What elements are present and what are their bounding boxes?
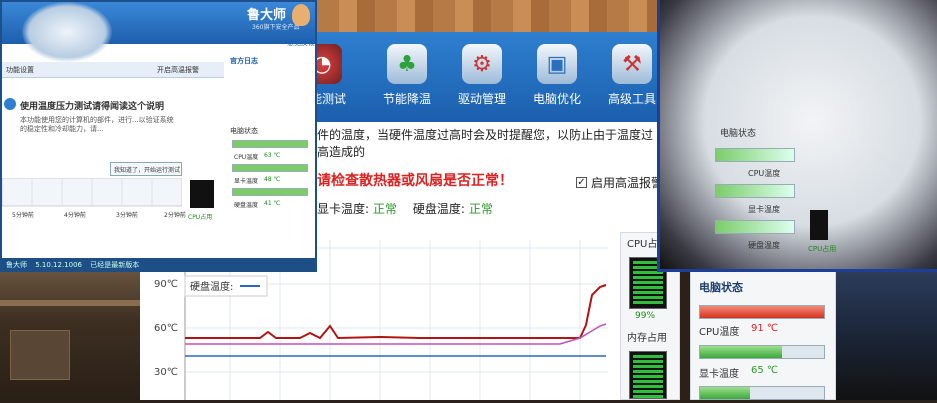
info-text: 件的温度，当硬件温度过高时会及时提醒您，以防止由于温度过高造成的 bbox=[317, 122, 657, 159]
mem-usage-label: 内存占用 bbox=[627, 333, 667, 344]
side-val-2: 48 ℃ bbox=[264, 176, 281, 183]
side-title: 电脑状态 bbox=[230, 127, 258, 135]
app-logo-sub: 360旗下安全产品 bbox=[252, 24, 300, 31]
checkbox-checked-icon: ✓ bbox=[576, 177, 587, 188]
meter-segment bbox=[633, 375, 663, 378]
app-logo: 鲁大师 bbox=[247, 8, 287, 23]
meter-segment bbox=[633, 385, 663, 388]
clover-icon: ♣ bbox=[387, 44, 427, 84]
status-title: 电脑状态 bbox=[699, 281, 743, 294]
meter-segment bbox=[633, 395, 663, 398]
meter-segment bbox=[633, 291, 663, 294]
info-icon bbox=[4, 98, 16, 110]
overlay-window-right: 电脑状态 CPU温度 显卡温度 硬盘温度 CPU占用 bbox=[657, 0, 937, 272]
x-tick-4min: 4分钟前 bbox=[64, 212, 86, 219]
gpu-temp-line bbox=[185, 323, 607, 345]
cpu-temp-value: 91 ℃ bbox=[751, 323, 779, 334]
background-cabinet bbox=[10, 330, 70, 380]
right-label-1: CPU温度 bbox=[748, 169, 781, 178]
y-tick-90: 90℃ bbox=[154, 279, 178, 290]
overlay-alarm-checkbox[interactable]: 开启高温报警 bbox=[157, 65, 199, 75]
cpu-temp-label: CPU温度 bbox=[699, 327, 740, 338]
alarm-checkbox[interactable]: ✓ 启用高温报警 bbox=[576, 174, 663, 191]
meter-segment bbox=[633, 286, 663, 289]
right-label-3: 硬盘温度 bbox=[748, 241, 780, 250]
overlay-window-left: 鲁大师 360旗下安全产品 意见反馈 官方日志 功能设置 开启高温报警 使用温度… bbox=[0, 0, 317, 272]
side-bar-2 bbox=[232, 164, 308, 172]
toolbox-icon: ⚒ bbox=[612, 44, 652, 84]
status-bar-top bbox=[699, 305, 825, 319]
right-label-2: 显卡温度 bbox=[748, 205, 780, 214]
chip-icon: ⚙ bbox=[462, 44, 502, 84]
start-test-button[interactable]: 我知道了，开始运行测试 bbox=[110, 162, 182, 176]
mascot-icon bbox=[292, 4, 310, 26]
right-bar-2 bbox=[715, 184, 795, 198]
x-tick-2min: 2分钟前 bbox=[164, 212, 186, 219]
dialog-heading: 使用温度压力测试请得闻读这个说明 bbox=[20, 102, 165, 112]
magnifier-lens bbox=[22, 2, 112, 62]
cpu-usage-value: 99% bbox=[635, 311, 656, 321]
right-meter-label: CPU占用 bbox=[808, 245, 837, 253]
gpu-temp-bar bbox=[699, 386, 825, 400]
overlay-title-bar: 鲁大师 360旗下安全产品 bbox=[2, 2, 315, 62]
background-wood-ceiling bbox=[317, 0, 657, 32]
pc-status-panel: 电脑状态 CPU温度 91 ℃ 显卡温度 65 ℃ bbox=[690, 268, 836, 400]
background-shelf bbox=[0, 300, 140, 306]
log-panel-title: 官方日志 bbox=[230, 57, 258, 65]
mem-usage-meter bbox=[629, 351, 667, 399]
gpu-temp-label: 显卡温度 bbox=[699, 369, 739, 380]
side-item-3: 硬盘温度 bbox=[234, 202, 259, 209]
cpu-temp-bar-fill bbox=[700, 346, 782, 358]
side-bar-3 bbox=[232, 188, 308, 196]
meter-segment bbox=[633, 365, 663, 368]
dialog-description: 本功能使用您的计算机的部件，进行...以验证系统的稳定性和冷却能力，请... bbox=[20, 116, 174, 133]
meter-segment bbox=[633, 296, 663, 299]
side-item-2: 显卡温度 bbox=[234, 178, 259, 185]
temperature-summary: 显卡温度: 正常 硬盘温度: 正常 bbox=[317, 202, 493, 216]
right-cpu-meter bbox=[810, 210, 828, 240]
y-tick-30: 30℃ bbox=[154, 367, 178, 378]
side-val-3: 41 ℃ bbox=[264, 200, 281, 207]
y-tick-60: 60℃ bbox=[154, 323, 178, 334]
overlay-cpu-meter bbox=[190, 180, 214, 208]
meter-segment bbox=[633, 360, 663, 363]
right-bar-1 bbox=[715, 148, 795, 162]
nav-pc-optimize[interactable]: ▣ 电脑优化 bbox=[522, 44, 592, 107]
meter-segment bbox=[633, 390, 663, 393]
overlay-meter-label: CPU占用 bbox=[188, 214, 213, 221]
warning-text: 请检查散热器或风扇是否正常！ bbox=[317, 173, 513, 189]
legend-label: 硬盘温度: bbox=[190, 280, 233, 293]
x-tick-3min: 3分钟前 bbox=[116, 212, 138, 219]
overlay-mini-chart bbox=[2, 178, 182, 207]
cpu-temp-bar bbox=[699, 345, 825, 359]
side-bar-1 bbox=[232, 140, 308, 148]
meter-segment bbox=[633, 281, 663, 284]
meter-segment bbox=[633, 355, 663, 358]
nav-driver-management[interactable]: ⚙ 驱动管理 bbox=[447, 44, 517, 107]
meter-segment bbox=[633, 301, 663, 304]
main-toolbar: ◔ 性能测试 ♣ 节能降温 ⚙ 驱动管理 ▣ 电脑优化 ⚒ 高级工具 bbox=[298, 32, 657, 122]
feedback-link[interactable]: 意见反馈 bbox=[287, 38, 315, 48]
nav-energy-saving[interactable]: ♣ 节能降温 bbox=[372, 44, 442, 107]
meter-segment bbox=[633, 276, 663, 279]
background-photo-right bbox=[836, 268, 937, 400]
meter-segment bbox=[633, 380, 663, 383]
right-status-title: 电脑状态 bbox=[720, 129, 757, 139]
right-bar-3 bbox=[715, 220, 795, 234]
meter-segment bbox=[633, 370, 663, 373]
x-tick-5min: 5分钟前 bbox=[12, 212, 34, 219]
gpu-temp-bar-fill bbox=[700, 387, 750, 399]
gpu-temp-value: 65 ℃ bbox=[751, 365, 779, 376]
monitor-icon: ▣ bbox=[537, 44, 577, 84]
status-bar-top-fill bbox=[700, 306, 824, 318]
side-val-1: 63 ℃ bbox=[264, 152, 281, 159]
section-header: 功能设置 开启高温报警 bbox=[2, 62, 224, 78]
side-item-1: CPU温度 bbox=[234, 154, 259, 161]
overlay-status-bar: 鲁大师 5.10.12.1006 已经是最新版本 bbox=[2, 258, 315, 272]
